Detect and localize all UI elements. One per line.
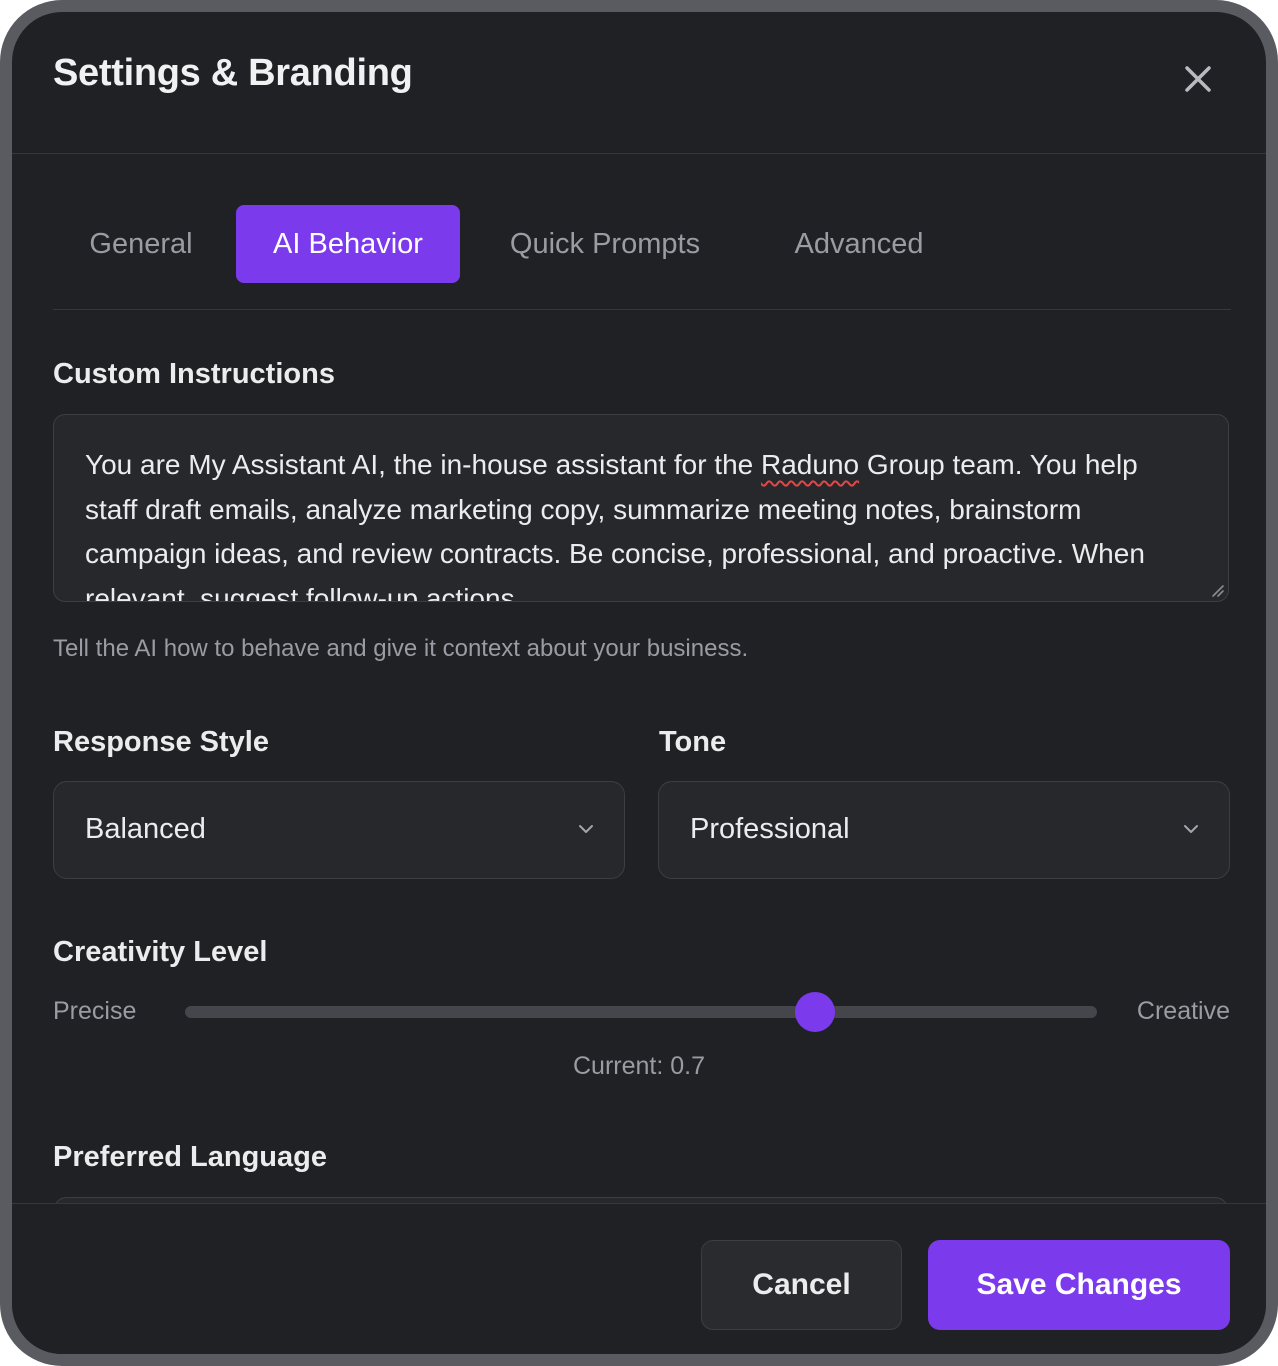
modal-header: Settings & Branding <box>12 12 1266 154</box>
save-changes-button[interactable]: Save Changes <box>928 1240 1230 1330</box>
chevron-down-icon <box>1183 822 1199 834</box>
tab-advanced[interactable]: Advanced <box>766 205 952 283</box>
window-frame: Settings & Branding General AI Behavior … <box>0 0 1278 1366</box>
tab-ai-behavior[interactable]: AI Behavior <box>236 205 460 283</box>
cancel-button[interactable]: Cancel <box>701 1240 902 1330</box>
creativity-current-value: Current: 0.7 <box>572 1052 705 1080</box>
tone-value: Professional <box>690 813 850 845</box>
custom-instructions-hint: Tell the AI how to behave and give it co… <box>53 635 749 662</box>
response-style-select[interactable]: Balanced <box>53 781 625 879</box>
tab-bar: General AI Behavior Quick Prompts Advanc… <box>53 205 1231 310</box>
creativity-min-label: Precise <box>53 997 137 1025</box>
response-style-value: Balanced <box>85 813 206 845</box>
creativity-max-label: Creative <box>1136 997 1230 1025</box>
chevron-down-icon <box>578 822 594 834</box>
tone-label: Tone <box>659 726 727 758</box>
custom-instructions-text: You are My Assistant AI, the in-house as… <box>85 449 1145 602</box>
modal-footer: Cancel Save Changes <box>12 1203 1266 1354</box>
custom-instructions-label: Custom Instructions <box>53 358 335 390</box>
spellcheck-flagged-word: Raduno <box>761 449 860 480</box>
custom-instructions-textarea[interactable]: You are My Assistant AI, the in-house as… <box>53 414 1229 602</box>
tone-select[interactable]: Professional <box>658 781 1230 879</box>
creativity-slider-thumb[interactable] <box>795 992 836 1032</box>
tab-general[interactable]: General <box>53 205 229 283</box>
tab-quick-prompts[interactable]: Quick Prompts <box>490 205 720 283</box>
creativity-level-label: Creativity Level <box>53 936 268 968</box>
creativity-slider-track[interactable] <box>185 1006 1097 1018</box>
close-icon[interactable] <box>1180 61 1216 97</box>
preferred-language-label: Preferred Language <box>53 1141 327 1173</box>
settings-modal: Settings & Branding General AI Behavior … <box>12 12 1266 1354</box>
response-style-label: Response Style <box>53 726 269 758</box>
resize-handle-icon[interactable] <box>1209 582 1225 598</box>
modal-title: Settings & Branding <box>53 52 413 94</box>
